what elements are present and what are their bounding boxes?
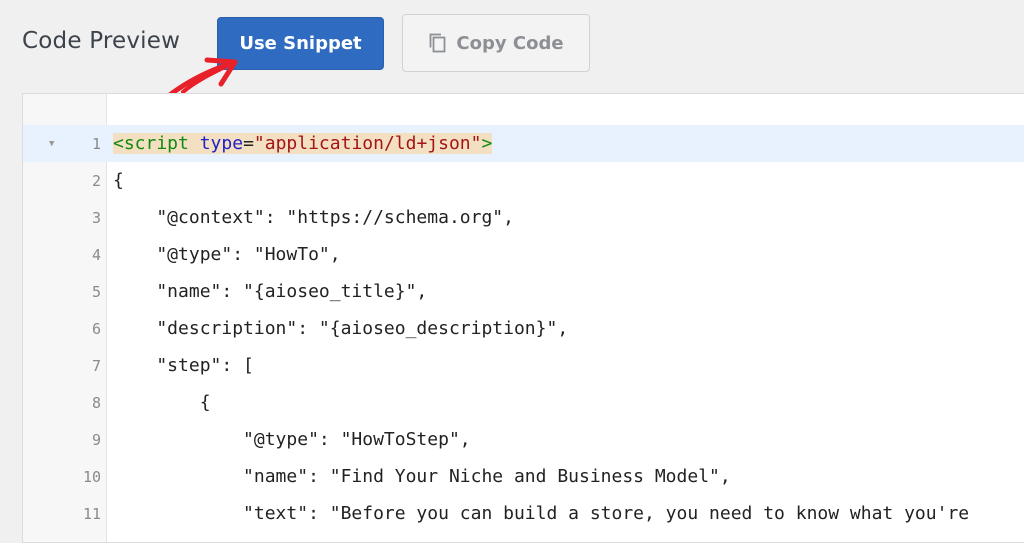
- code-line: 5 "name": "{aioseo_title}",: [23, 273, 1024, 310]
- line-number: 10: [82, 467, 101, 486]
- use-snippet-label: Use Snippet: [239, 33, 362, 54]
- code-line: ▼ 1 <script type="application/ld+json">: [23, 125, 1024, 162]
- copy-code-button[interactable]: Copy Code: [402, 14, 590, 72]
- line-number: 3: [91, 208, 101, 227]
- code-editor[interactable]: ▼ 1 <script type="application/ld+json"> 2{3…: [22, 93, 1024, 543]
- code-text: "@type": "HowTo",: [113, 244, 341, 265]
- line-number: 6: [91, 319, 101, 338]
- code-line: 4 "@type": "HowTo",: [23, 236, 1024, 273]
- line-number: 2: [91, 171, 101, 190]
- code-text: "description": "{aioseo_description}",: [113, 318, 569, 339]
- code-line: 3 "@context": "https://schema.org",: [23, 199, 1024, 236]
- code-line: 8 {: [23, 384, 1024, 421]
- line-number: 1: [91, 134, 101, 153]
- line-number: 8: [91, 393, 101, 412]
- code-text: "@type": "HowToStep",: [113, 429, 471, 450]
- line-number: 11: [82, 504, 101, 523]
- code-text: "name": "Find Your Niche and Business Mo…: [113, 466, 731, 487]
- code-line: 10 "name": "Find Your Niche and Business…: [23, 458, 1024, 495]
- code-line: 11 "text": "Before you can build a store…: [23, 495, 1024, 532]
- code-line: 7 "step": [: [23, 347, 1024, 384]
- line-number: 9: [91, 430, 101, 449]
- code-line: 6 "description": "{aioseo_description}",: [23, 310, 1024, 347]
- code-text: "text": "Before you can build a store, y…: [113, 503, 970, 524]
- code-text: {: [113, 392, 211, 413]
- code-text: <script type="application/ld+json">: [113, 133, 493, 154]
- line-number: 4: [91, 245, 101, 264]
- copy-icon: [430, 33, 446, 53]
- code-text: "step": [: [113, 355, 254, 376]
- line-number: 5: [91, 282, 101, 301]
- code-text: "name": "{aioseo_title}",: [113, 281, 428, 302]
- code-line: 9 "@type": "HowToStep",: [23, 421, 1024, 458]
- copy-code-label: Copy Code: [456, 32, 564, 54]
- line-number: 7: [91, 356, 101, 375]
- code-line: 2{: [23, 162, 1024, 199]
- code-text: {: [113, 170, 124, 191]
- code-text: "@context": "https://schema.org",: [113, 207, 514, 228]
